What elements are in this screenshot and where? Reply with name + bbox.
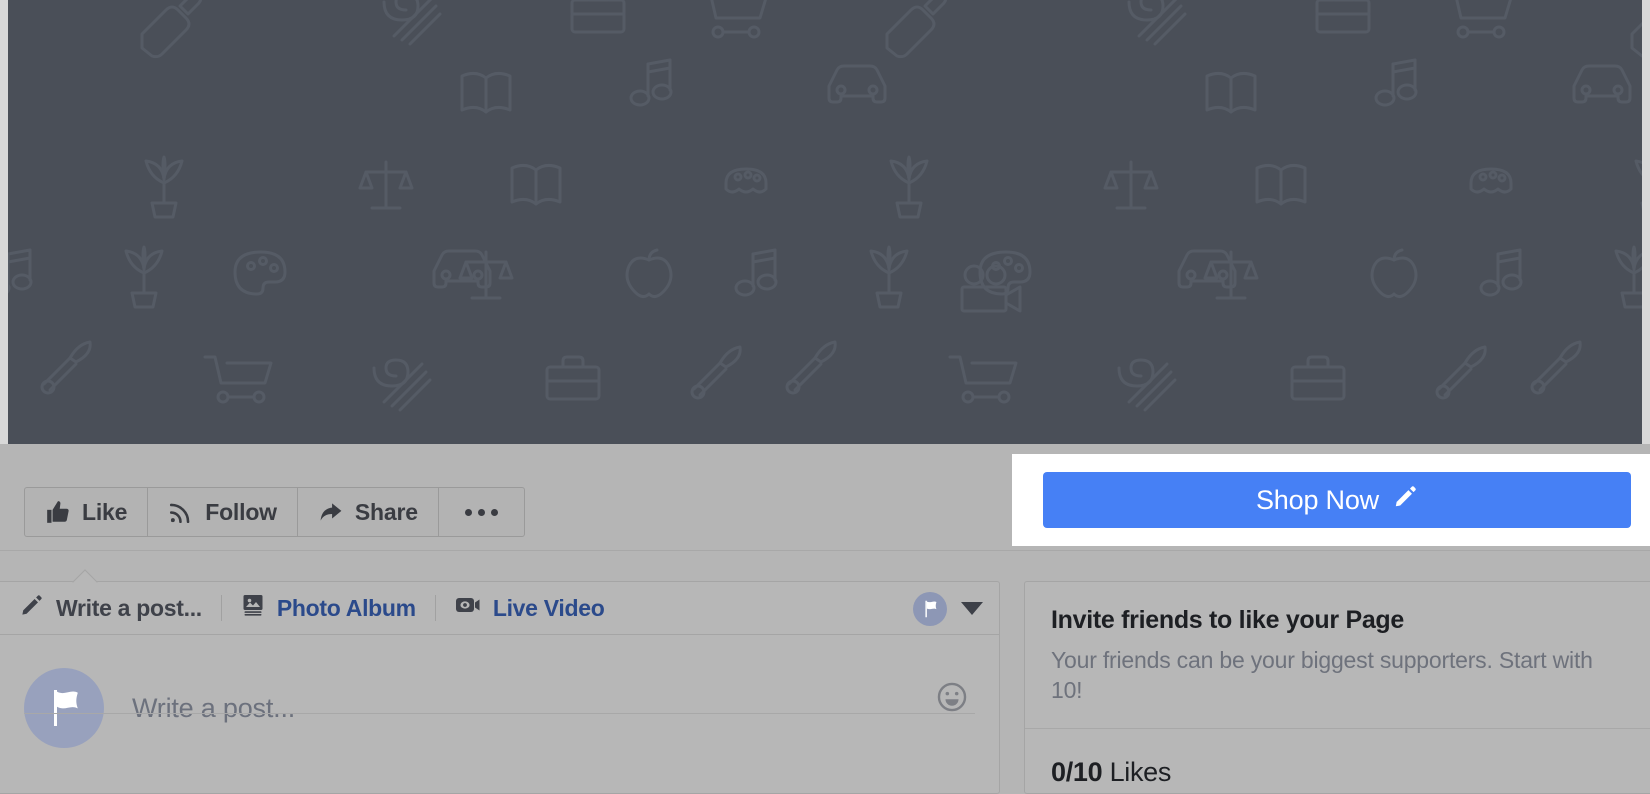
cover-photo[interactable] — [0, 0, 1650, 444]
share-button-label: Share — [354, 498, 418, 525]
share-button[interactable]: Share — [298, 488, 439, 536]
shop-now-label: Shop Now — [1256, 484, 1379, 515]
like-button-label: Like — [82, 498, 128, 525]
composer-body[interactable]: Write a post... — [0, 635, 999, 755]
tab-live-video-label: Live Video — [492, 594, 605, 621]
share-arrow-icon — [318, 499, 344, 525]
active-tab-notch — [72, 569, 98, 595]
thumbs-up-icon — [45, 499, 71, 525]
chevron-down-icon[interactable] — [961, 602, 983, 615]
pencil-icon — [20, 593, 44, 623]
page-content: Write a post... Photo Album Live Video W… — [0, 551, 1650, 794]
tab-write-a-post[interactable]: Write a post... — [20, 593, 221, 623]
post-composer-card: Write a post... Photo Album Live Video W… — [0, 569, 1000, 794]
invite-likes-label: Likes — [1109, 756, 1172, 787]
invite-card-header: Invite friends to like your Page Your fr… — [1025, 582, 1650, 729]
smiley-face-icon[interactable] — [935, 680, 969, 714]
invite-card-title: Invite friends to like your Page — [1051, 606, 1404, 634]
composer-tab-bar: Write a post... Photo Album Live Video — [0, 569, 999, 635]
shop-now-button[interactable]: Shop Now — [1043, 472, 1631, 528]
rss-feed-icon — [168, 499, 194, 525]
tab-live-video[interactable]: Live Video — [436, 593, 624, 623]
invite-card-subtitle: Your friends can be your biggest support… — [1051, 647, 1593, 704]
composer-audience-selector[interactable] — [913, 582, 983, 635]
tab-write-a-post-label: Write a post... — [56, 594, 202, 621]
tab-photo-album[interactable]: Photo Album — [222, 593, 435, 623]
like-button[interactable]: Like — [25, 488, 149, 536]
follow-button[interactable]: Follow — [148, 488, 298, 536]
page-action-button-group: Like Follow Share — [24, 487, 525, 537]
invite-likes-value: 0/10 — [1051, 756, 1103, 787]
page-flag-avatar-icon — [913, 591, 947, 626]
page-root: Like Follow Share Shop Now Write a post.… — [0, 0, 1650, 794]
cover-right-edge — [1642, 0, 1650, 444]
cover-left-edge — [0, 0, 8, 444]
live-video-icon — [455, 593, 481, 623]
pencil-edit-icon — [1393, 484, 1418, 516]
invite-likes-stat: 0/10 Likes — [1025, 729, 1650, 788]
follow-button-label: Follow — [205, 498, 277, 525]
photo-album-icon — [241, 593, 265, 623]
cover-pattern-icons — [0, 0, 1650, 444]
ellipsis-icon — [464, 508, 498, 516]
tab-photo-album-label: Photo Album — [276, 594, 416, 621]
more-options-button[interactable] — [439, 488, 524, 536]
invite-friends-card: Invite friends to like your Page Your fr… — [1024, 581, 1650, 794]
composer-footer — [24, 682, 975, 755]
